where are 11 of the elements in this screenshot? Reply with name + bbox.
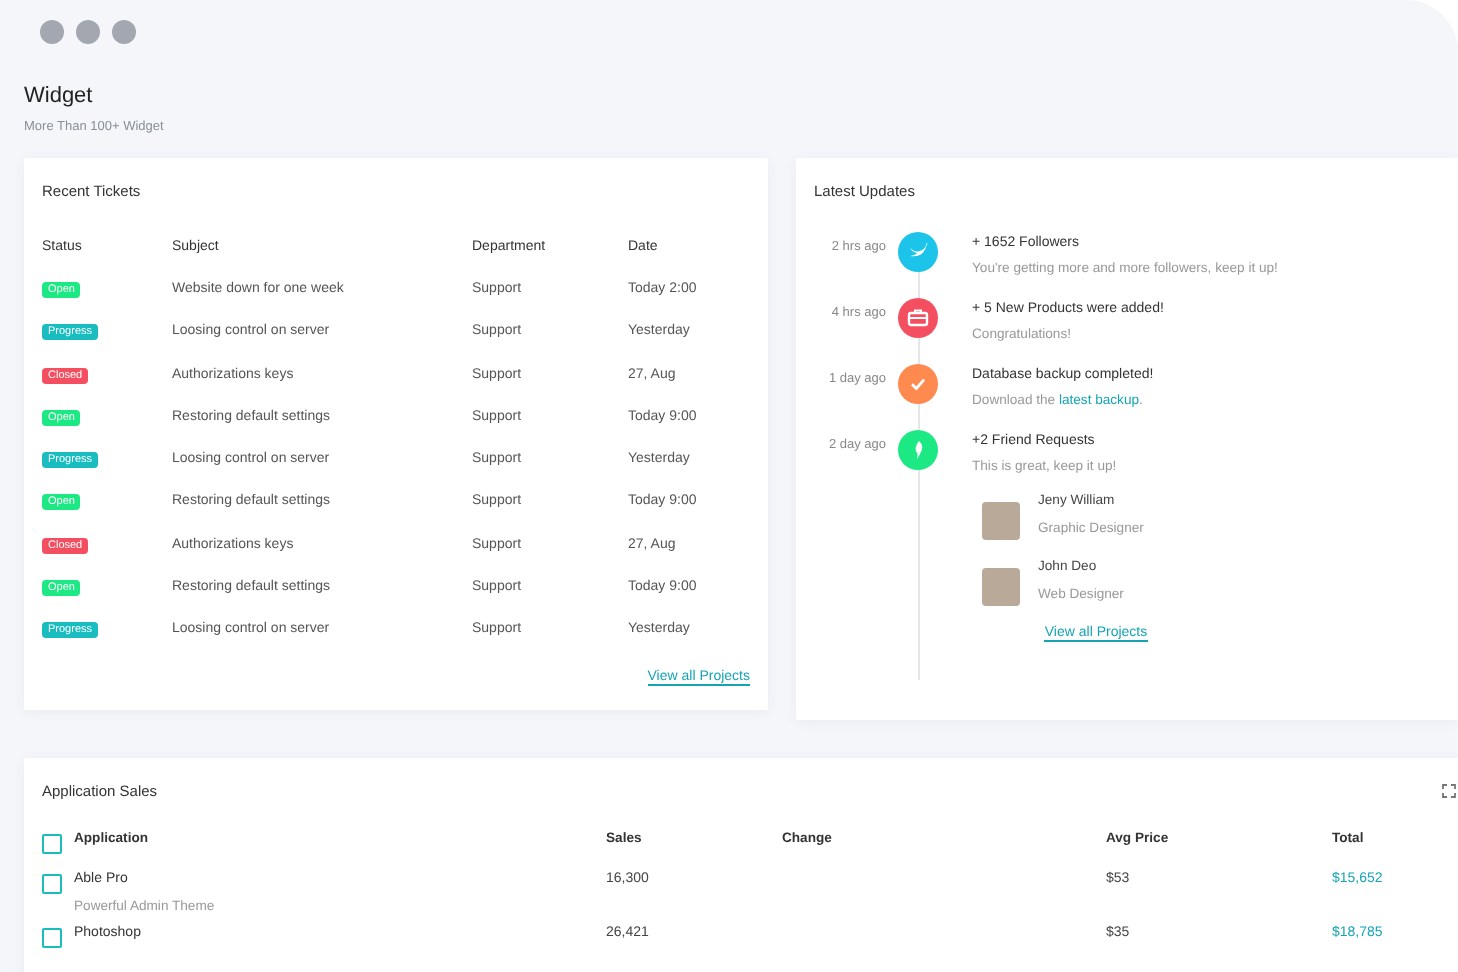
checkbox[interactable] [42, 874, 62, 894]
expand-icon [1442, 784, 1456, 798]
checkbox[interactable] [42, 834, 62, 854]
photo-placeholder [982, 568, 1020, 606]
window-control-dot[interactable] [112, 20, 136, 44]
photo-placeholder [982, 502, 1020, 540]
checkbox[interactable] [42, 928, 62, 948]
window-control-dot[interactable] [76, 20, 100, 44]
page-title: Widget [24, 84, 95, 108]
briefcase-icon [906, 306, 930, 330]
window-control-dot[interactable] [40, 20, 64, 44]
